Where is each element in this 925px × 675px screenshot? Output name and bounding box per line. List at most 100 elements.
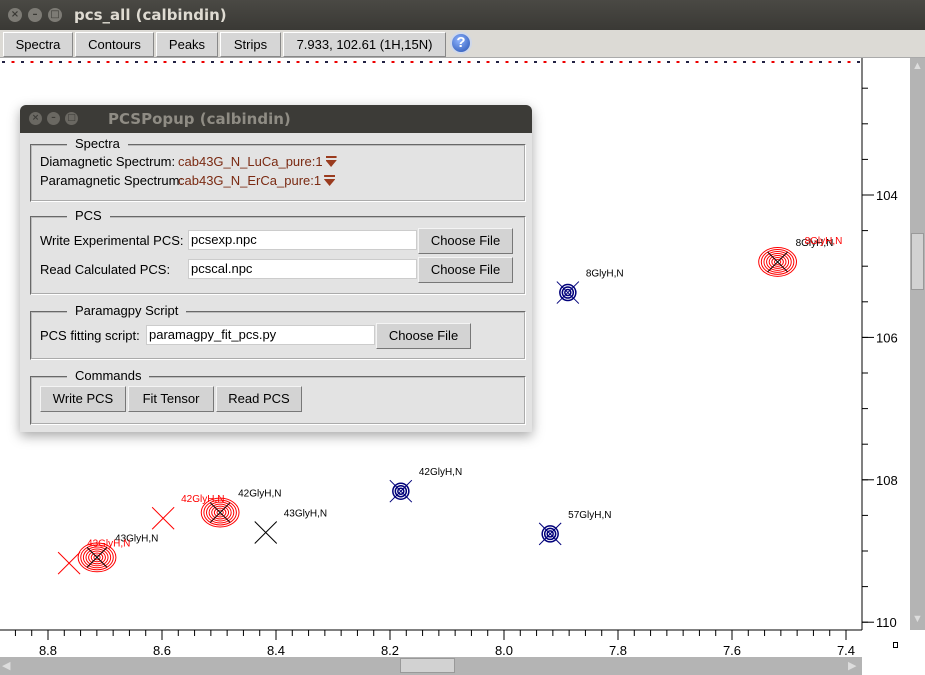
pcs-popup-dialog: × – □ PCSPopup (calbindin) Spectra Diama…	[20, 105, 532, 432]
paramagnetic-spectrum-menu[interactable]: cab43G_N_ErCa_pure:1	[178, 173, 336, 188]
scroll-right-icon[interactable]: ▶	[848, 659, 856, 672]
y-tick-label: 110	[876, 615, 897, 630]
paramagnetic-label: Paramagnetic Spectrum:	[40, 173, 184, 188]
top-dotted-marker	[40, 61, 43, 63]
top-dotted-marker	[201, 61, 205, 63]
popup-titlebar: × – □ PCSPopup (calbindin)	[20, 105, 532, 133]
y-tick-label: 104	[876, 188, 898, 203]
strips-button[interactable]: Strips	[220, 32, 281, 57]
top-dotted-marker	[353, 61, 357, 63]
help-icon[interactable]: ?	[450, 32, 472, 54]
commands-legend: Commands	[67, 368, 150, 383]
top-dotted-marker	[268, 61, 271, 63]
dropdown-arrow-icon[interactable]	[325, 156, 337, 167]
top-dotted-marker	[477, 61, 480, 63]
paramagnetic-peak-label: 43GlyH,N	[87, 538, 130, 549]
peak-label: 42GlyH,N	[181, 494, 224, 505]
script-file-input[interactable]: paramagpy_fit_pcs.py	[146, 325, 375, 345]
vertical-scrollbar[interactable]: ▲ ▼	[910, 58, 925, 630]
peak-label: 8GlyH,N	[586, 269, 624, 280]
paramagnetic-value: cab43G_N_ErCa_pure:1	[178, 173, 322, 188]
top-dotted-marker	[87, 61, 91, 63]
top-dotted-marker	[828, 61, 832, 63]
read-pcs-label: Read Calculated PCS:	[40, 262, 171, 277]
close-icon[interactable]: ×	[29, 112, 42, 125]
top-dotted-marker	[144, 61, 148, 63]
top-dotted-marker	[306, 61, 309, 63]
peaks-button[interactable]: Peaks	[156, 32, 218, 57]
script-legend: Paramagpy Script	[67, 303, 187, 318]
top-dotted-marker	[296, 61, 300, 63]
top-dotted-marker	[610, 61, 613, 63]
x-tick-label: 7.6	[723, 643, 741, 657]
corner-box	[893, 642, 898, 648]
top-dotted-marker	[30, 61, 34, 63]
contours-button[interactable]: Contours	[75, 32, 154, 57]
top-dotted-marker	[581, 61, 585, 63]
top-dotted-marker	[21, 61, 24, 63]
read-pcs-button[interactable]: Read PCS	[216, 386, 302, 412]
top-dotted-marker	[230, 61, 233, 63]
top-dotted-marker	[543, 61, 547, 63]
top-dotted-marker	[182, 61, 186, 63]
top-dotted-marker	[59, 61, 62, 63]
top-dotted-marker	[135, 61, 138, 63]
spectra-button[interactable]: Spectra	[3, 32, 73, 57]
top-dotted-marker	[686, 61, 689, 63]
scroll-up-icon[interactable]: ▲	[912, 60, 923, 72]
top-dotted-marker	[600, 61, 604, 63]
close-icon[interactable]: ×	[8, 8, 22, 22]
minimize-icon[interactable]: –	[28, 8, 42, 22]
peak-label: 43GlyH,N	[284, 508, 327, 519]
paramagnetic-peak-label: 8GlyH,N	[805, 236, 843, 247]
top-dotted-marker	[249, 61, 252, 63]
horizontal-scroll-thumb[interactable]	[400, 658, 455, 673]
paramagpy-script-group: Paramagpy Script PCS fitting script: par…	[30, 303, 526, 360]
read-pcs-file-input[interactable]: pcscal.npc	[188, 259, 417, 279]
write-pcs-button[interactable]: Write PCS	[40, 386, 126, 412]
top-dotted-marker	[97, 61, 100, 63]
cursor-readout: 7.933, 102.61 (1H,15N)	[283, 32, 446, 57]
top-dotted-marker	[163, 61, 167, 63]
fit-tensor-button[interactable]: Fit Tensor	[128, 386, 214, 412]
choose-script-file-button[interactable]: Choose File	[376, 323, 471, 349]
top-dotted-marker	[49, 61, 53, 63]
top-dotted-marker	[572, 61, 575, 63]
top-dotted-marker	[695, 61, 699, 63]
top-dotted-marker	[657, 61, 661, 63]
maximize-icon[interactable]: □	[48, 8, 62, 22]
write-pcs-file-input[interactable]: pcsexp.npc	[188, 230, 417, 250]
top-dotted-marker	[790, 61, 794, 63]
dropdown-arrow-icon[interactable]	[324, 175, 336, 186]
top-dotted-marker	[334, 61, 338, 63]
top-dotted-marker	[116, 61, 119, 63]
top-dotted-marker	[857, 61, 860, 63]
top-dotted-marker	[2, 61, 5, 63]
peak-label: 42GlyH,N	[419, 467, 462, 478]
scroll-down-icon[interactable]: ▼	[912, 613, 923, 625]
top-dotted-marker	[562, 61, 566, 63]
script-label: PCS fitting script:	[40, 328, 140, 343]
top-dotted-marker	[771, 61, 775, 63]
window-title: pcs_all (calbindin)	[74, 6, 227, 24]
top-dotted-marker	[344, 61, 347, 63]
scroll-left-icon[interactable]: ◀	[2, 659, 10, 672]
choose-read-file-button[interactable]: Choose File	[418, 257, 513, 283]
horizontal-scrollbar[interactable]: ◀ ▶	[0, 657, 862, 675]
minimize-icon[interactable]: –	[47, 112, 60, 125]
maximize-icon[interactable]: □	[65, 112, 78, 125]
diamagnetic-spectrum-menu[interactable]: cab43G_N_LuCa_pure:1	[178, 154, 337, 169]
x-tick-label: 7.8	[609, 643, 627, 657]
top-dotted-marker	[762, 61, 765, 63]
vertical-scroll-thumb[interactable]	[911, 233, 924, 290]
top-dotted-marker	[363, 61, 366, 63]
x-tick-label: 8.2	[381, 643, 399, 657]
top-dotted-marker	[315, 61, 319, 63]
pcs-group: PCS Write Experimental PCS: pcsexp.npc C…	[30, 208, 526, 295]
choose-write-file-button[interactable]: Choose File	[418, 228, 513, 254]
commands-group: Commands Write PCS Fit Tensor Read PCS	[30, 368, 526, 425]
top-dotted-marker	[809, 61, 813, 63]
top-dotted-marker	[78, 61, 81, 63]
top-dotted-marker	[325, 61, 328, 63]
write-pcs-label: Write Experimental PCS:	[40, 233, 184, 248]
